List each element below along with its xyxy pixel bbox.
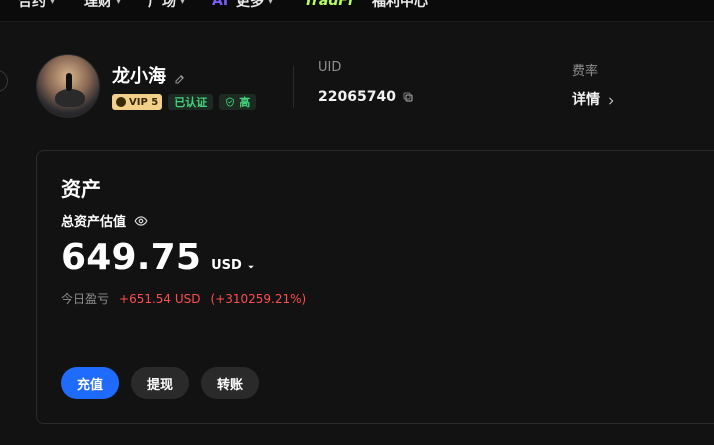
fee-details-link[interactable]: 详情 bbox=[572, 89, 616, 109]
chevron-down-icon: ▾ bbox=[116, 0, 122, 7]
edit-icon[interactable] bbox=[174, 69, 186, 84]
balance-amount: 649.75 bbox=[61, 237, 202, 278]
deposit-button[interactable]: 充值 bbox=[61, 367, 120, 399]
total-estimate-row: 总资产估值 bbox=[61, 211, 148, 230]
verified-badge: 已认证 bbox=[168, 94, 214, 110]
today-pnl-label: 今日盈亏 bbox=[61, 292, 110, 306]
assets-card: 资产 总资产估值 649.75 USD 今日盈亏 +651.54 USD (+3… bbox=[36, 150, 714, 424]
nav-item-contracts[interactable]: 合约 ▾ bbox=[18, 0, 55, 11]
profile-badges: VIP 5 已认证 高 bbox=[112, 94, 257, 110]
vip-label: VIP 5 bbox=[129, 96, 159, 108]
chevron-right-icon bbox=[606, 94, 616, 105]
nav-item-label: 更多 bbox=[236, 0, 264, 10]
uid-label: UID bbox=[318, 60, 342, 75]
vip-icon bbox=[116, 97, 126, 107]
security-badge: 高 bbox=[219, 94, 257, 110]
verified-label: 已认证 bbox=[174, 96, 208, 109]
fee-label: 费率 bbox=[572, 64, 599, 79]
avatar[interactable] bbox=[36, 54, 100, 118]
avatar-figure bbox=[66, 73, 72, 91]
profile-divider bbox=[293, 66, 294, 108]
fee-details-label: 详情 bbox=[572, 92, 600, 108]
nav-item-label: 广场 bbox=[148, 0, 176, 10]
nav-item-tradfi[interactable]: TradFi bbox=[304, 0, 353, 11]
chevron-down-icon: ▾ bbox=[50, 0, 56, 7]
today-pnl-value: +651.54 USD bbox=[119, 291, 201, 306]
total-estimate-label: 总资产估值 bbox=[61, 215, 127, 230]
withdraw-button[interactable]: 提现 bbox=[131, 367, 190, 399]
nav-item-rewards[interactable]: 福利中心 bbox=[372, 0, 428, 11]
uid-row: 22065740 bbox=[318, 89, 414, 105]
chevron-down-icon: ▾ bbox=[268, 0, 274, 7]
today-pnl-percent: (+310259.21%) bbox=[210, 291, 307, 306]
transfer-button[interactable]: 转账 bbox=[201, 367, 260, 399]
copy-icon[interactable] bbox=[402, 91, 414, 103]
uid-value: 22065740 bbox=[318, 89, 396, 105]
side-toggle[interactable] bbox=[0, 70, 8, 92]
balance-row: 649.75 USD bbox=[61, 237, 256, 278]
shield-icon bbox=[225, 97, 235, 107]
today-pnl-row: 今日盈亏 +651.54 USD (+310259.21%) bbox=[61, 290, 306, 307]
nav-item-label: 合约 bbox=[18, 0, 46, 10]
caret-down-icon bbox=[246, 261, 256, 271]
vip-badge: VIP 5 bbox=[112, 94, 163, 110]
nav-item-label: AI bbox=[212, 0, 229, 9]
username: 龙小海 bbox=[112, 66, 166, 87]
assets-title: 资产 bbox=[61, 177, 101, 201]
profile-name-row: 龙小海 bbox=[112, 62, 186, 88]
currency-code: USD bbox=[211, 258, 242, 273]
nav-item-label: 福利中心 bbox=[372, 0, 428, 10]
security-label: 高 bbox=[239, 96, 251, 109]
nav-item-square[interactable]: 广场 ▾ bbox=[148, 0, 185, 11]
currency-selector[interactable]: USD bbox=[211, 258, 256, 273]
nav-item-label: TradFi bbox=[304, 0, 353, 9]
asset-actions: 充值 提现 转账 bbox=[61, 367, 260, 399]
nav-item-ai[interactable]: AI bbox=[212, 0, 228, 11]
nav-item-label: 理财 bbox=[84, 0, 112, 10]
nav-item-more[interactable]: 更多 ▾ bbox=[236, 0, 273, 11]
eye-icon[interactable] bbox=[134, 214, 148, 228]
top-navigation: 合约 ▾ 理财 ▾ 广场 ▾ AI 更多 ▾ TradFi 福利中心 bbox=[0, 0, 714, 22]
avatar-rock bbox=[55, 89, 85, 107]
nav-item-finance[interactable]: 理财 ▾ bbox=[84, 0, 121, 11]
chevron-down-icon: ▾ bbox=[180, 0, 186, 7]
